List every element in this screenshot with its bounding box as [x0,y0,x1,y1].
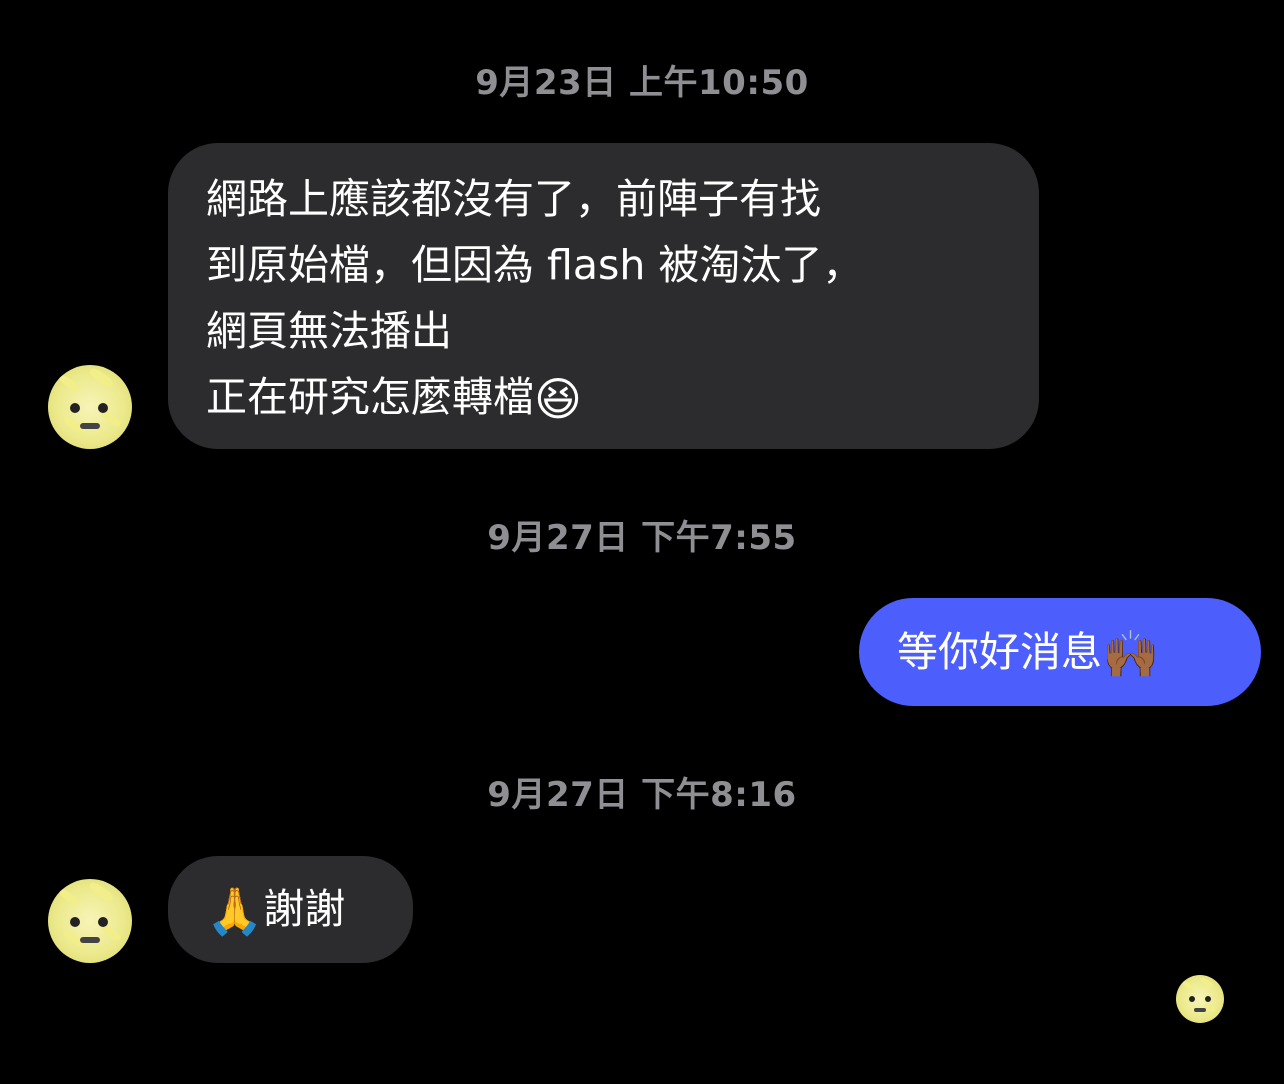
message-text: 謝謝 [263,885,346,933]
raising-hands-emoji-icon: 🙌🏾 [1102,627,1160,681]
timestamp: 9月23日 上午10:50 [475,63,809,103]
outgoing-message-bubble[interactable]: 等你好消息🙌🏾 [859,598,1261,706]
chat-thread: 9月23日 上午10:50 網路上應該都沒有了，前陣子有找 到原始檔，但因為 f… [0,0,1284,1084]
contact-avatar-icon[interactable] [48,365,132,449]
folded-hands-emoji-icon: 🙏 [206,884,264,938]
timestamp: 9月27日 下午8:16 [487,775,797,815]
message-line: 到原始檔，但因為 flash 被淘汰了， [206,241,864,289]
timestamp: 9月27日 下午7:55 [487,518,797,558]
message-line: 網路上應該都沒有了，前陣子有找 [206,175,821,223]
laughing-emoji-icon: 😆 [534,372,582,426]
message-line: 網頁無法播出 [206,307,452,355]
read-receipt-avatar-icon [1176,975,1224,1023]
message-line: 等你好消息🙌🏾 [897,619,1223,687]
message-text: 等你好消息 [897,628,1102,676]
contact-avatar-icon[interactable] [48,879,132,963]
message-line-last: 正在研究怎麼轉檔😆 [206,364,1001,432]
incoming-message-bubble[interactable]: 網路上應該都沒有了，前陣子有找 到原始檔，但因為 flash 被淘汰了， 網頁無… [168,143,1039,449]
incoming-message-bubble[interactable]: 🙏謝謝 [168,856,413,963]
message-line-text: 正在研究怎麼轉檔 [206,373,534,421]
message-line: 🙏謝謝 [206,876,375,944]
